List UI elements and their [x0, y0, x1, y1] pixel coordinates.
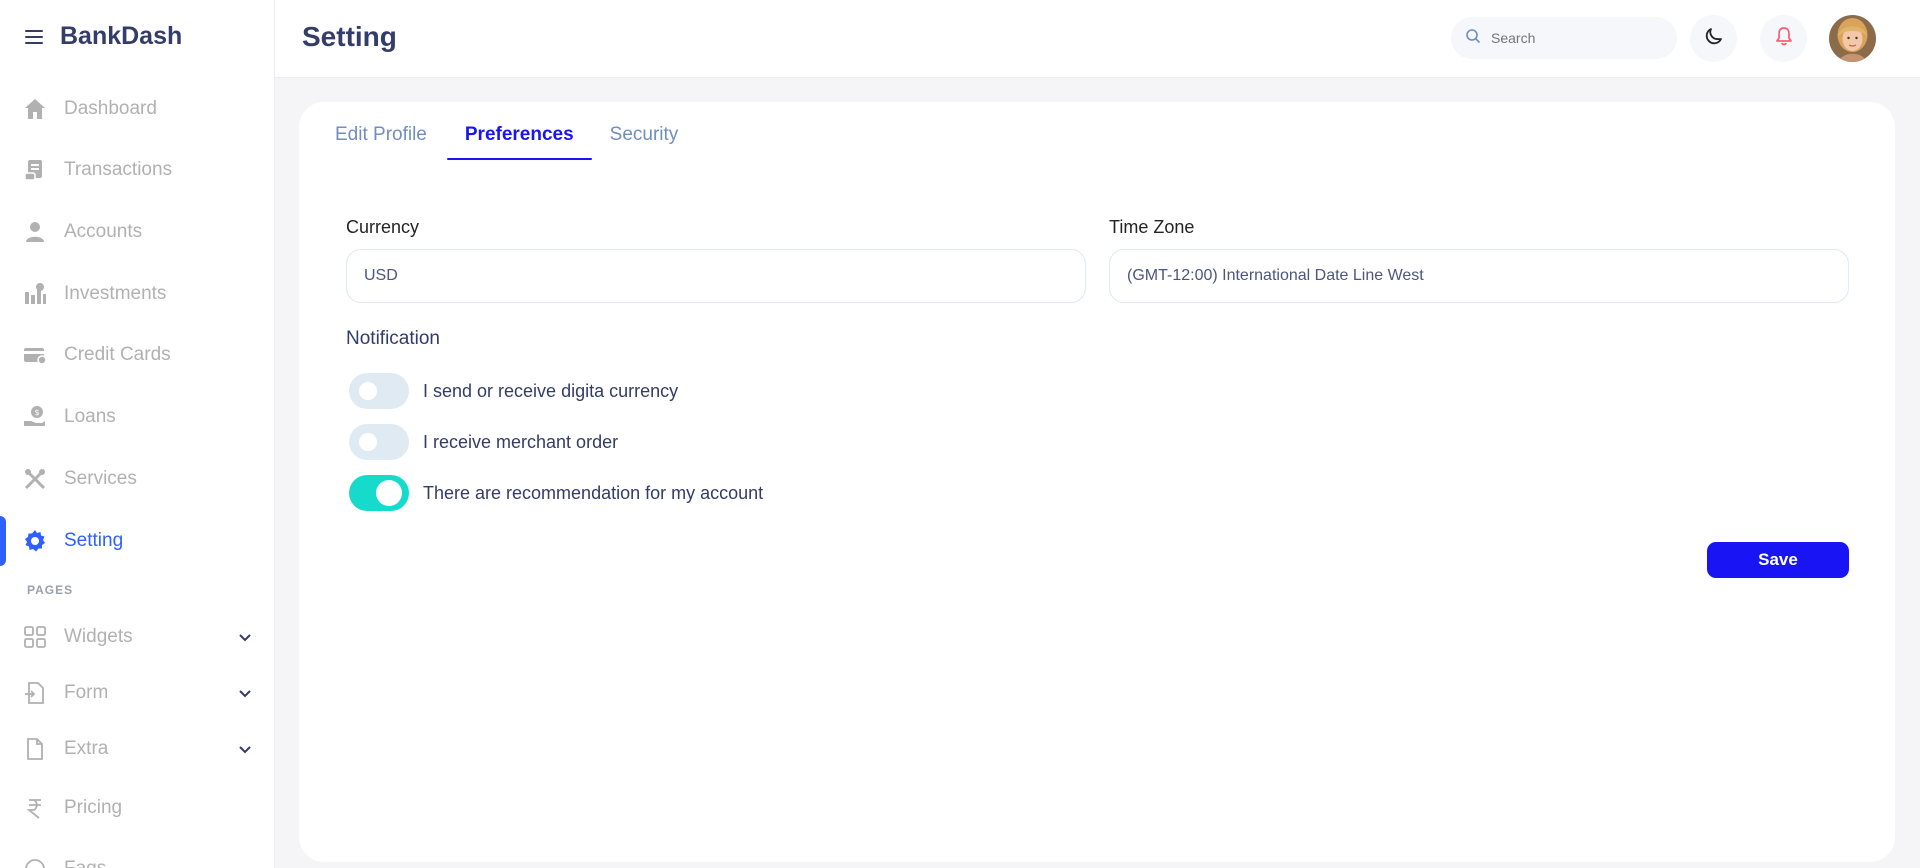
file-icon [22, 736, 48, 762]
toggle-label: There are recommendation for my account [423, 482, 764, 503]
sidebar-item-setting[interactable]: Setting [0, 516, 274, 566]
sidebar-item-services[interactable]: Services [0, 456, 274, 502]
svg-text:$: $ [34, 408, 39, 417]
sidebar-item-label: Pricing [64, 797, 123, 818]
currency-field[interactable]: USD [346, 249, 1086, 303]
toggle-knob [359, 433, 377, 451]
sidebar-item-extra[interactable]: Extra [0, 726, 274, 772]
toggle-label: I receive merchant order [423, 431, 619, 452]
sidebar-item-widgets[interactable]: Widgets [0, 614, 274, 660]
toggle-switch[interactable] [349, 373, 409, 409]
rupee-icon [22, 795, 48, 821]
sidebar-item-faqs[interactable]: Faqs [0, 846, 274, 868]
moon-icon [1705, 27, 1723, 50]
toggle-switch[interactable] [349, 475, 409, 511]
sidebar-item-accounts[interactable]: Accounts [0, 209, 274, 255]
theme-toggle-button[interactable] [1690, 15, 1737, 62]
search-box[interactable] [1451, 17, 1677, 59]
sidebar-item-label: Setting [64, 530, 124, 551]
chevron-down-icon[interactable] [235, 627, 255, 647]
save-button[interactable]: Save [1707, 542, 1849, 578]
sidebar-item-label: Transactions [64, 159, 173, 180]
gear-icon [22, 528, 48, 554]
toggle-knob [376, 480, 402, 506]
sidebar-item-credit-cards[interactable]: Credit Cards [0, 332, 274, 378]
sidebar-item-label: Investments [64, 283, 167, 304]
transfer-icon [22, 157, 48, 183]
grid-icon [22, 624, 48, 650]
notification-title: Notification [346, 328, 440, 349]
sidebar-item-label: Accounts [64, 221, 143, 242]
notification-toggle-row: There are recommendation for my account [349, 475, 763, 511]
form-icon [22, 680, 48, 706]
timezone-label: Time Zone [1109, 217, 1195, 237]
top-header: Setting [275, 0, 1920, 78]
bell-icon [1775, 26, 1793, 51]
active-indicator [0, 516, 6, 566]
sidebar-item-label: Dashboard [64, 98, 157, 119]
toggle-label: I send or receive digita currency [423, 380, 679, 401]
timezone-field[interactable]: (GMT-12:00) International Date Line West [1109, 249, 1849, 303]
home-icon [22, 96, 48, 122]
currency-value: USD [364, 267, 398, 284]
timezone-value: (GMT-12:00) International Date Line West [1127, 267, 1424, 284]
tab-security[interactable]: Security [592, 124, 697, 160]
user-icon [22, 219, 48, 245]
sidebar-item-label: Faqs [64, 858, 106, 868]
sidebar-item-label: Extra [64, 738, 109, 759]
sidebar-item-dashboard[interactable]: Dashboard [0, 86, 274, 132]
investment-icon [22, 281, 48, 307]
currency-label: Currency [346, 217, 420, 237]
sidebar-item-label: Form [64, 682, 109, 703]
toggle-switch[interactable] [349, 424, 409, 460]
loan-icon: $ [22, 404, 48, 430]
notification-toggle-row: I receive merchant order [349, 424, 618, 460]
page-title: Setting [302, 21, 397, 52]
pages-section-label: PAGES [27, 583, 74, 597]
sidebar-item-form[interactable]: Form [0, 670, 274, 716]
sidebar: BankDash Dashboard Transactions Accounts… [0, 0, 275, 868]
sidebar-item-label: Credit Cards [64, 344, 171, 365]
settings-tabs: Edit Profile Preferences Security [335, 124, 696, 160]
sidebar-item-loans[interactable]: $ Loans [0, 394, 274, 440]
settings-card: Edit Profile Preferences Security Curren… [299, 102, 1895, 862]
help-circle-icon [22, 856, 48, 868]
sidebar-item-investments[interactable]: Investments [0, 271, 274, 317]
search-input[interactable] [1491, 30, 1661, 46]
avatar[interactable] [1829, 15, 1876, 62]
tab-edit-profile[interactable]: Edit Profile [335, 124, 447, 160]
sidebar-item-transactions[interactable]: Transactions [0, 147, 274, 193]
toggle-knob [359, 382, 377, 400]
brand: BankDash [24, 22, 182, 51]
chevron-down-icon[interactable] [235, 683, 255, 703]
search-icon [1465, 28, 1481, 49]
services-icon [22, 466, 48, 492]
sidebar-item-label: Services [64, 468, 137, 489]
notification-button[interactable] [1760, 15, 1807, 62]
sidebar-item-label: Widgets [64, 626, 133, 647]
menu-icon[interactable] [24, 27, 44, 47]
credit-card-icon [22, 342, 48, 368]
app-name: BankDash [60, 22, 183, 50]
sidebar-item-label: Loans [64, 406, 116, 427]
chevron-down-icon[interactable] [235, 739, 255, 759]
notification-toggle-row: I send or receive digita currency [349, 373, 678, 409]
sidebar-item-pricing[interactable]: Pricing [0, 785, 274, 831]
tab-preferences[interactable]: Preferences [446, 124, 592, 160]
